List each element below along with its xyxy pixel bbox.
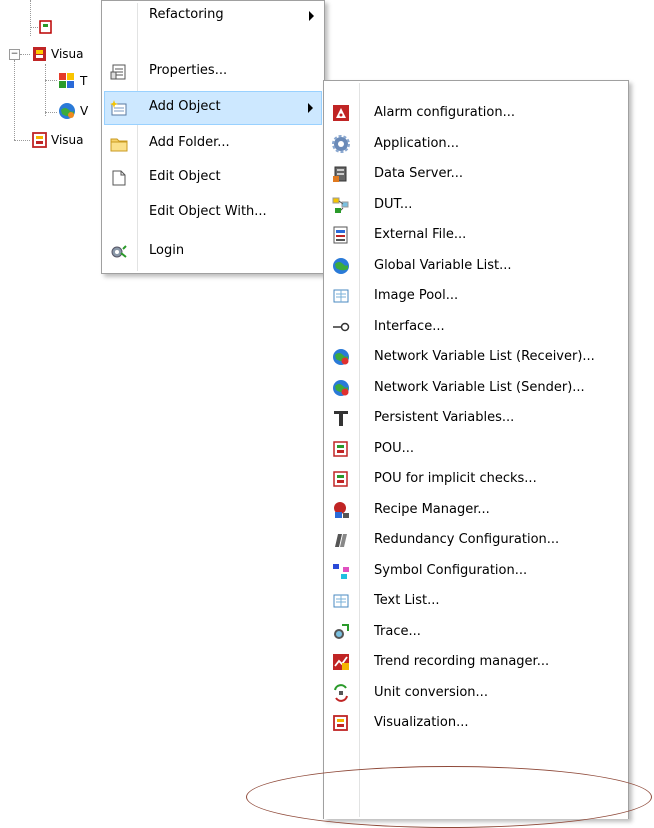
menu-item-pou-for-implicit-checks[interactable]: POU for implicit checks... <box>326 464 626 495</box>
menu-item-pou[interactable]: POU... <box>326 434 626 465</box>
visualization-folder-icon <box>31 45 47 61</box>
menu-item-label: Network Variable List (Sender)... <box>374 379 585 395</box>
redundancy-icon <box>332 531 350 549</box>
menu-item-label: Persistent Variables... <box>374 410 515 425</box>
menu-item-label: Alarm configuration... <box>374 105 516 120</box>
menu-item-image-pool[interactable]: Image Pool... <box>326 281 626 312</box>
menu-item-global-variable-list[interactable]: Global Variable List... <box>326 251 626 282</box>
menu-item-label: Symbol Configuration... <box>374 562 528 578</box>
menu-item-label: Interface... <box>374 318 445 334</box>
properties-icon <box>110 63 128 81</box>
globe-icon <box>58 102 75 119</box>
menu-item-data-server[interactable]: Data Server... <box>326 159 626 190</box>
menu-item-label: Image Pool... <box>374 288 459 303</box>
menu-item-label: DUT... <box>374 196 413 212</box>
menu-item-network-variable-list-receiver[interactable]: Network Variable List (Receiver)... <box>326 342 626 373</box>
add-object-submenu: Alarm configuration... Application... Data… <box>323 80 629 819</box>
menu-item-label: Unit conversion... <box>374 684 488 700</box>
menu-item-network-variable-list-sender[interactable]: Network Variable List (Sender)... <box>326 373 626 404</box>
menu-item-label: Application... <box>374 135 460 151</box>
symbol-configuration-icon <box>332 562 350 580</box>
menu-item-refactoring[interactable]: Refactoring <box>104 0 322 33</box>
unit-conversion-icon <box>332 683 350 702</box>
menu-item-add-object[interactable]: Add Object <box>104 91 322 125</box>
menu-item-application[interactable]: Application... <box>326 129 626 160</box>
menu-item-recipe-manager[interactable]: Recipe Manager... <box>326 495 626 526</box>
pou-icon <box>38 19 54 35</box>
interface-icon <box>332 318 350 336</box>
application-gear-icon <box>332 134 350 153</box>
pou-icon <box>332 440 350 458</box>
menu-item-external-file[interactable]: External File... <box>326 220 626 251</box>
tree-node-label[interactable]: T <box>80 74 87 88</box>
menu-item-label: Trace... <box>374 623 421 639</box>
menu-item-label: Redundancy Configuration... <box>374 532 560 547</box>
menu-item-visualization[interactable]: Visualization... <box>326 708 626 739</box>
trend-recording-icon <box>332 653 350 671</box>
menu-item-properties[interactable]: Properties... <box>104 55 322 89</box>
persistent-variables-icon <box>332 409 350 427</box>
dut-icon <box>332 196 350 214</box>
menu-item-dut[interactable]: DUT... <box>326 190 626 221</box>
network-variable-receiver-icon <box>332 348 350 366</box>
add-object-icon <box>110 99 128 117</box>
menu-item-label: Visualization... <box>374 715 469 730</box>
image-pool-icon <box>332 287 350 305</box>
global-variable-list-icon <box>332 257 350 275</box>
network-variable-sender-icon <box>332 379 350 397</box>
annotation-ellipse <box>246 766 652 828</box>
tree-expander[interactable]: − <box>9 49 20 60</box>
project-tree: − Visua T V Visua <box>0 0 110 160</box>
menu-item-login[interactable]: Login <box>104 235 322 269</box>
login-icon <box>110 243 128 261</box>
menu-item-interface[interactable]: Interface... <box>326 312 626 343</box>
menu-item-trace[interactable]: Trace... <box>326 617 626 648</box>
recipe-manager-icon <box>332 501 350 519</box>
tree-node-label[interactable]: V <box>80 104 88 118</box>
menu-item-persistent-variables[interactable]: Persistent Variables... <box>326 403 626 434</box>
menu-item-alarm-configuration[interactable]: Alarm configuration... <box>326 98 626 129</box>
menu-item-edit-object-with[interactable]: Edit Object With... <box>104 196 322 230</box>
context-menu: Refactoring Properties... Add Object Add… <box>101 0 325 274</box>
menu-item-label: Recipe Manager... <box>374 501 490 517</box>
menu-item-label: Trend recording manager... <box>374 654 550 669</box>
tree-node-label[interactable]: Visua <box>51 47 84 61</box>
menu-item-text-list[interactable]: Text List... <box>326 586 626 617</box>
menu-item-redundancy-configuration[interactable]: Redundancy Configuration... <box>326 525 626 556</box>
text-list-icon <box>332 592 350 610</box>
menu-item-label: External File... <box>374 227 467 242</box>
menu-item-symbol-configuration[interactable]: Symbol Configuration... <box>326 556 626 587</box>
menu-item-add-folder[interactable]: Add Folder... <box>104 127 322 161</box>
menu-item-label: POU for implicit checks... <box>374 471 537 486</box>
data-server-icon <box>332 165 350 183</box>
menu-item-trend-recording-manager[interactable]: Trend recording manager... <box>326 647 626 678</box>
pou-implicit-checks-icon <box>332 470 350 488</box>
menu-item-label: Text List... <box>374 593 440 608</box>
submenu-arrow-icon <box>309 11 314 21</box>
alarm-icon <box>332 104 350 122</box>
submenu-arrow-icon <box>308 103 313 113</box>
external-file-icon <box>332 226 350 244</box>
visualization-icon <box>31 131 47 148</box>
menu-item-label: POU... <box>374 440 414 456</box>
menu-item-label: Global Variable List... <box>374 257 512 273</box>
trace-icon <box>332 623 350 641</box>
texture-icon <box>58 72 74 88</box>
edit-object-icon <box>110 169 128 187</box>
tree-node-label[interactable]: Visua <box>51 133 84 147</box>
folder-icon <box>110 135 128 153</box>
menu-item-label: Network Variable List (Receiver)... <box>374 349 595 364</box>
visualization-icon <box>332 714 350 732</box>
menu-item-label: Data Server... <box>374 166 464 181</box>
menu-item-edit-object[interactable]: Edit Object <box>104 161 322 195</box>
menu-item-unit-conversion[interactable]: Unit conversion... <box>326 678 626 709</box>
